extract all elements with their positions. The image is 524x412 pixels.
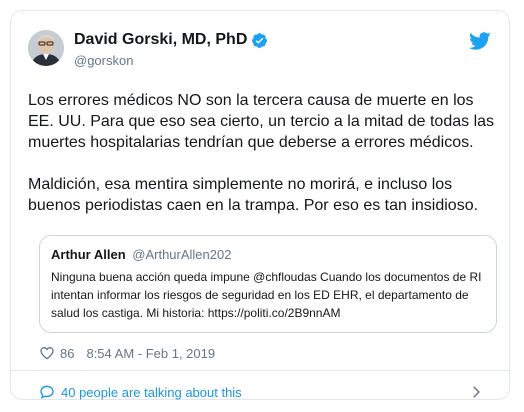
avatar[interactable] <box>28 30 64 66</box>
quoted-author-name: Arthur Allen <box>51 247 126 262</box>
twitter-bird-icon[interactable] <box>468 30 492 52</box>
tweet-paragraph: Maldición, esa mentira simplemente no mo… <box>28 176 479 214</box>
verified-badge-icon <box>252 32 268 48</box>
author-display-name[interactable]: David Gorski, MD, PhD <box>74 30 247 50</box>
quoted-author-handle: @ArthurAllen202 <box>132 247 232 262</box>
author-block[interactable]: David Gorski, MD, PhD @gorskon <box>74 30 268 70</box>
tweet-timestamp[interactable]: 8:54 AM - Feb 1, 2019 <box>86 346 215 361</box>
tweet-body: Los errores médicos NO son la tercera ca… <box>28 90 498 216</box>
tweet-paragraph: Los errores médicos NO son la tercera ca… <box>28 92 495 151</box>
tweet-meta: 86 8:54 AM - Feb 1, 2019 <box>39 343 215 363</box>
embedded-tweet-card: David Gorski, MD, PhD @gorskon Los error… <box>10 10 510 400</box>
chevron-right-icon[interactable] <box>469 385 483 399</box>
speech-bubble-icon <box>40 385 54 399</box>
footer-divider <box>11 370 509 371</box>
conversation-footer[interactable]: 40 people are talking about this <box>39 381 483 403</box>
tweet-header: David Gorski, MD, PhD @gorskon <box>28 30 492 74</box>
heart-icon[interactable] <box>39 345 55 361</box>
quoted-tweet[interactable]: Arthur Allen @ArthurAllen202 Ninguna bue… <box>39 235 497 333</box>
conversation-link[interactable]: 40 people are talking about this <box>61 385 242 400</box>
like-count[interactable]: 86 <box>60 346 74 361</box>
author-handle[interactable]: @gorskon <box>74 52 268 70</box>
quoted-tweet-text: Ninguna buena acción queda impune @chflo… <box>51 270 482 320</box>
